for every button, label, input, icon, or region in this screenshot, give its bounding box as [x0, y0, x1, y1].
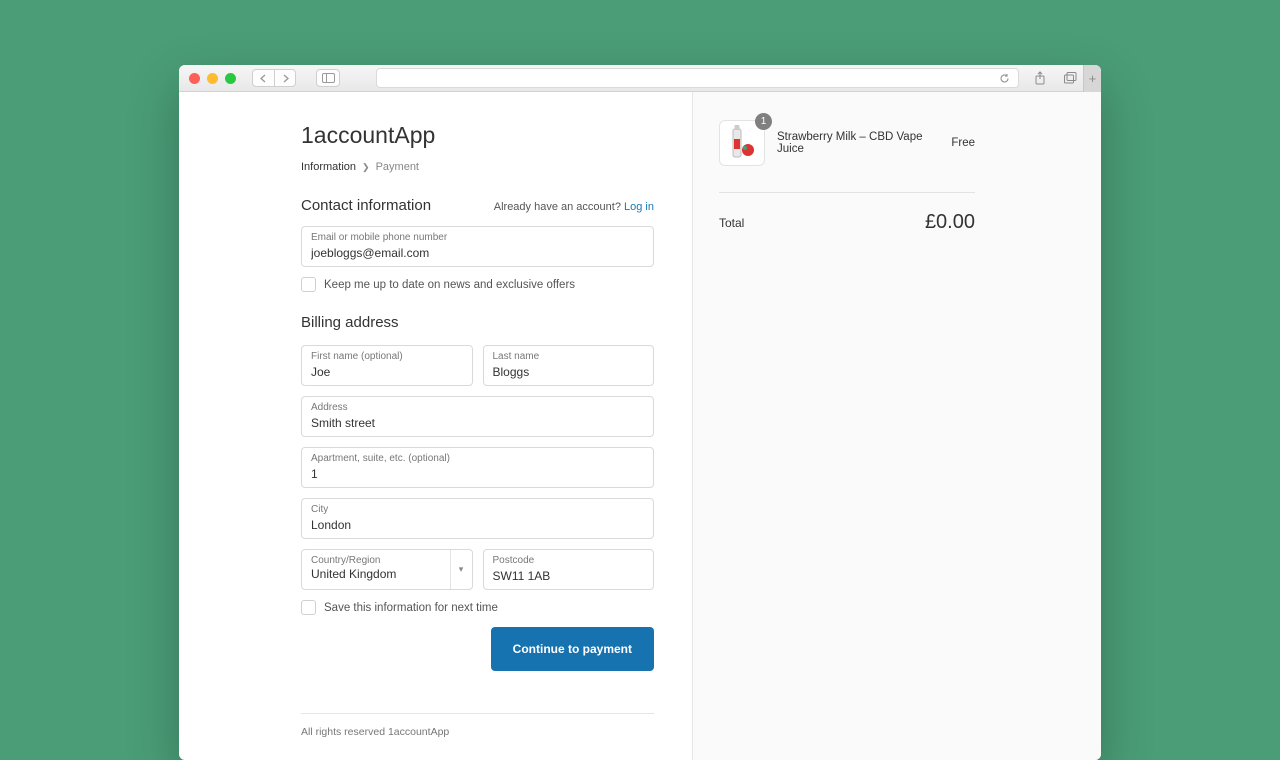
login-prompt: Already have an account? Log in	[494, 201, 654, 213]
maximize-window-button[interactable]	[225, 73, 236, 84]
toolbar-icons	[1033, 71, 1077, 85]
forward-button[interactable]	[274, 69, 296, 87]
newsletter-checkbox[interactable]	[301, 277, 316, 292]
share-icon[interactable]	[1033, 71, 1047, 85]
postcode-input[interactable]	[493, 569, 645, 585]
product-name: Strawberry Milk – CBD Vape Juice	[777, 131, 939, 155]
minimize-window-button[interactable]	[207, 73, 218, 84]
window-controls	[189, 73, 236, 84]
newsletter-label: Keep me up to date on news and exclusive…	[324, 279, 575, 291]
titlebar: +	[179, 65, 1101, 92]
footer-text: All rights reserved 1accountApp	[301, 713, 654, 738]
apartment-input[interactable]	[311, 467, 644, 483]
checkout-form-panel: 1accountApp Information ❯ Payment Contac…	[179, 92, 693, 760]
quantity-badge: 1	[755, 113, 772, 130]
address-input[interactable]	[311, 416, 644, 432]
postcode-field-wrapper[interactable]: Postcode	[483, 549, 655, 590]
country-select[interactable]: Country/Region United Kingdom ▾	[301, 549, 473, 590]
city-input[interactable]	[311, 518, 644, 534]
cart-line-item: 1 Strawberry Milk – CBD Vape Juice Free	[719, 120, 975, 166]
address-field-wrapper[interactable]: Address	[301, 396, 654, 437]
address-bar[interactable]	[376, 68, 1019, 88]
save-info-checkbox[interactable]	[301, 600, 316, 615]
product-price: Free	[951, 137, 975, 149]
new-tab-button[interactable]: +	[1083, 65, 1101, 92]
first-name-field-wrapper[interactable]: First name (optional)	[301, 345, 473, 386]
billing-section-title: Billing address	[301, 314, 654, 331]
total-label: Total	[719, 216, 744, 230]
breadcrumb-next: Payment	[376, 161, 419, 173]
city-field-wrapper[interactable]: City	[301, 498, 654, 539]
contact-section-title: Contact information	[301, 197, 431, 214]
checkout-content: 1accountApp Information ❯ Payment Contac…	[179, 92, 1101, 760]
shop-name: 1accountApp	[301, 122, 654, 149]
last-name-field-wrapper[interactable]: Last name	[483, 345, 655, 386]
order-summary-panel: 1 Strawberry Milk – CBD Vape Juice Free …	[693, 92, 1101, 760]
email-label: Email or mobile phone number	[311, 232, 644, 244]
browser-window: + 1accountApp Information ❯ Payment Cont…	[179, 65, 1101, 760]
first-name-input[interactable]	[311, 365, 463, 381]
email-input[interactable]	[311, 246, 644, 262]
chevron-right-icon: ❯	[362, 162, 370, 173]
continue-to-payment-button[interactable]: Continue to payment	[491, 627, 654, 671]
total-amount: £0.00	[925, 211, 975, 234]
order-total-row: Total £0.00	[719, 192, 975, 234]
email-field-wrapper[interactable]: Email or mobile phone number	[301, 226, 654, 267]
sidebar-toggle-button[interactable]	[316, 69, 340, 87]
breadcrumb: Information ❯ Payment	[301, 161, 654, 173]
back-button[interactable]	[252, 69, 274, 87]
close-window-button[interactable]	[189, 73, 200, 84]
tabs-icon[interactable]	[1063, 71, 1077, 85]
apartment-field-wrapper[interactable]: Apartment, suite, etc. (optional)	[301, 447, 654, 488]
last-name-input[interactable]	[493, 365, 645, 381]
nav-buttons	[252, 69, 296, 87]
breadcrumb-current: Information	[301, 161, 356, 173]
save-info-label: Save this information for next time	[324, 602, 498, 614]
chevron-down-icon: ▾	[450, 550, 472, 589]
reload-icon	[999, 73, 1010, 84]
login-link[interactable]: Log in	[624, 201, 654, 213]
